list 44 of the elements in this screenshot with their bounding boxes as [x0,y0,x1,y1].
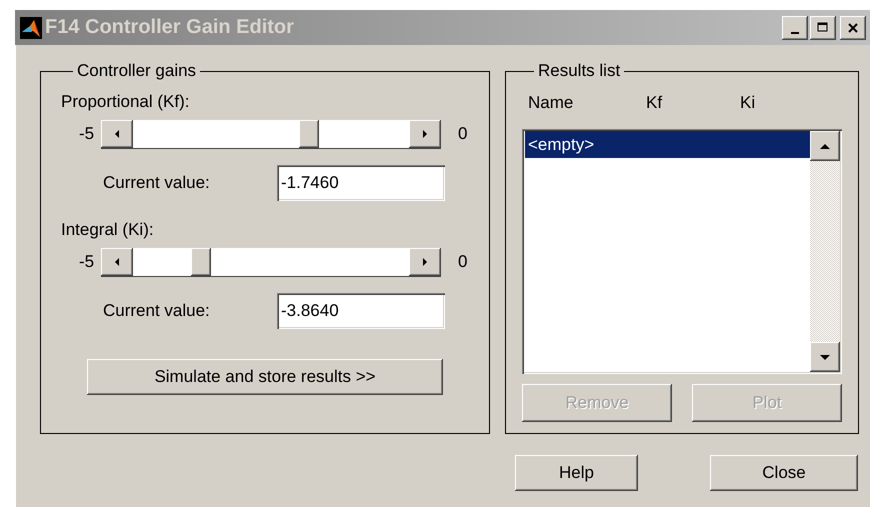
group-label: Controller gains [76,61,198,81]
close-icon [848,22,858,32]
left-triangle-icon [113,257,121,267]
simulate-button[interactable]: Simulate and store results >> [87,359,443,395]
right-triangle-icon [421,257,429,267]
slider[interactable] [101,248,441,276]
maximize-icon [817,22,829,33]
close-button[interactable] [840,16,866,40]
scroll-left-button[interactable] [101,248,133,276]
field-label: Current value: [103,301,211,321]
left-triangle-icon [113,129,121,139]
dialog-button[interactable]: Help [515,455,638,491]
scroll-down-button[interactable] [810,342,840,372]
slider-label: Proportional (Kf): [61,91,190,113]
slider-thumb[interactable] [191,248,212,276]
column-header: Ki [740,93,756,113]
scroll-left-button[interactable] [101,120,133,148]
list-item[interactable]: <empty> [525,131,810,158]
peak-logo-icon [20,16,42,38]
scroll-right-button[interactable] [409,120,441,148]
min-label: -5 [79,252,96,272]
value-field[interactable]: -1.7460 [277,165,445,201]
minimize-button[interactable] [782,16,808,40]
max-label: 0 [458,252,468,272]
value-field[interactable]: -3.8640 [277,293,445,329]
right-triangle-icon [421,129,429,139]
dialog-button[interactable]: Close [710,455,858,491]
field-label: Current value: [103,173,211,193]
group-label: Results list [537,61,622,81]
max-label: 0 [458,124,468,144]
column-header: Name [528,93,574,113]
maximize-button[interactable] [810,16,836,40]
down-triangle-icon [819,352,831,362]
up-triangle-icon [819,142,831,150]
window-title: F14 Controller Gain Editor [45,16,295,39]
results-list[interactable]: <empty> [522,129,842,374]
slider[interactable] [101,120,441,148]
slider-label: Integral (Ki): [61,219,155,241]
min-label: -5 [79,124,96,144]
slider-thumb[interactable] [299,120,320,148]
column-header: Kf [646,93,664,113]
minimize-icon [791,32,799,34]
scroll-right-button[interactable] [409,248,441,276]
scroll-up-button[interactable] [810,131,840,161]
